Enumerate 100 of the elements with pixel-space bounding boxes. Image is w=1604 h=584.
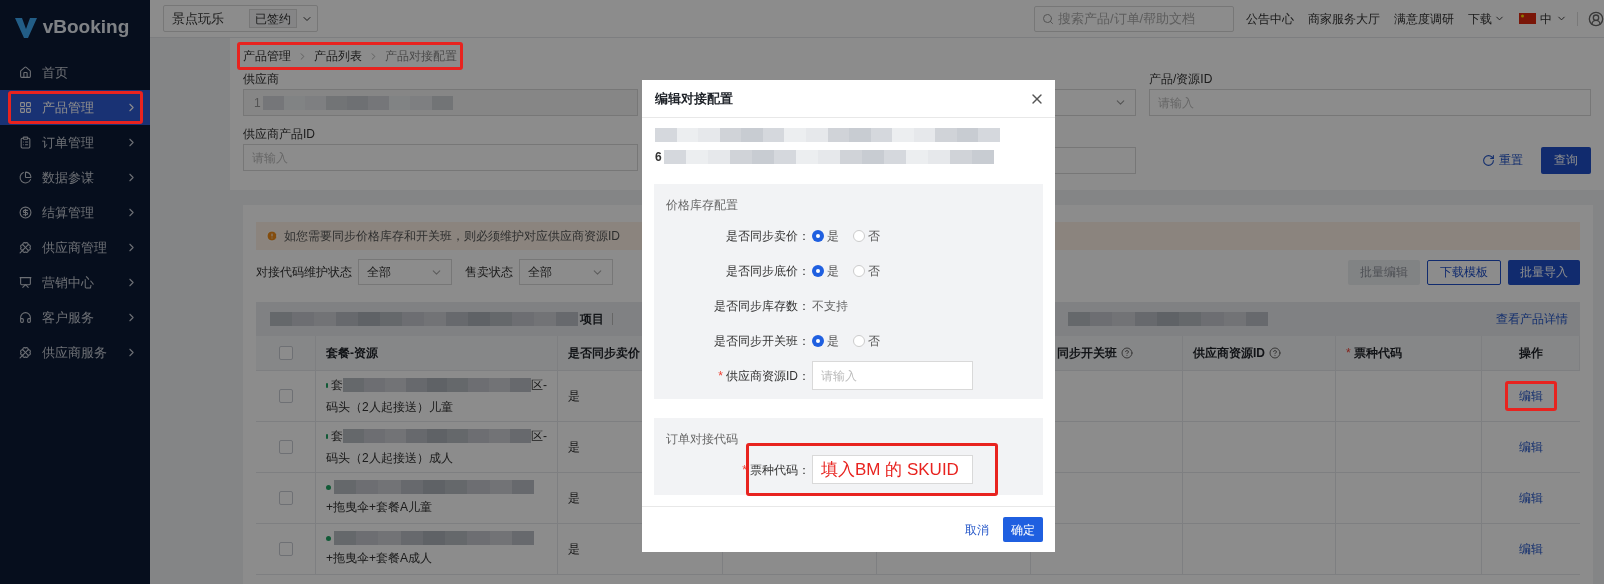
breadcrumb-link[interactable]: 产品列表 (314, 47, 362, 65)
required-mark: * (718, 367, 723, 385)
logo: vBooking (42, 15, 130, 40)
field-label: 票种代码： (750, 461, 810, 479)
table-cell-text: 是 (568, 490, 580, 507)
section-title: 价格库存配置 (666, 197, 738, 214)
filter-select[interactable]: 全部 (358, 259, 452, 285)
help-icon[interactable] (1269, 347, 1281, 359)
header-link[interactable]: 公告中心 (1246, 9, 1294, 28)
sidebar-item[interactable]: 结算管理 (0, 195, 150, 230)
language-select[interactable]: 中 (1519, 9, 1567, 28)
section-title: 订单对接代码 (666, 431, 738, 448)
radio-option[interactable]: 是 (812, 261, 839, 280)
edit-link[interactable]: 编辑 (1519, 440, 1543, 454)
table-cell-text: 是 (568, 541, 580, 558)
field-label: 是否同步底价： (726, 262, 810, 280)
column-header: 套餐-资源 (326, 345, 378, 362)
header-link[interactable]: 满意度调研 (1394, 9, 1454, 28)
edit-link[interactable]: 编辑 (1519, 491, 1543, 505)
table-cell-text: 是 (568, 388, 580, 405)
action-button[interactable]: 批量导入 (1508, 259, 1580, 285)
headset-icon (19, 311, 32, 324)
field-value: 不支持 (812, 297, 848, 315)
sidebar-item[interactable]: 供应商管理 (0, 230, 150, 265)
field-label: 供应商资源ID： (726, 367, 810, 385)
edit-link[interactable]: 编辑 (1519, 542, 1543, 556)
filter-label: 对接代码维护状态 (256, 264, 352, 281)
coin-icon (19, 206, 32, 219)
search-button[interactable]: 查询 (1541, 146, 1591, 174)
filter-select[interactable]: 全部 (519, 259, 613, 285)
resource-name: +拖曳伞+套餐A儿童 (326, 499, 434, 516)
sidebar-item[interactable]: 订单管理 (0, 125, 150, 160)
field-label: 供应商 (243, 71, 280, 88)
input-field[interactable]: 填入BM 的 SKUID (812, 455, 973, 484)
field-label: 是否同步卖价： (726, 227, 810, 245)
resource-name: 码头（2人起接送）儿童 (326, 399, 454, 416)
presentation-icon (19, 276, 32, 289)
required-mark: * (742, 461, 747, 479)
header-link[interactable]: 商家服务大厅 (1308, 9, 1380, 28)
row-checkbox[interactable] (278, 389, 293, 403)
help-icon[interactable] (1121, 347, 1133, 359)
modal-title: 编辑对接配置 (655, 89, 733, 108)
radio-option[interactable]: 是 (812, 226, 839, 245)
search-icon (1042, 12, 1054, 25)
home-icon (19, 66, 32, 79)
reset-icon (1482, 153, 1495, 167)
resource-name: 套 (331, 428, 343, 445)
clover-icon (19, 241, 32, 254)
resource-name: 区- (531, 377, 547, 394)
row-checkbox[interactable] (278, 440, 293, 454)
annotation-text: 填入BM 的 SKUID (821, 458, 959, 481)
edit-link[interactable]: 编辑 (1519, 389, 1543, 403)
radio-option[interactable]: 否 (853, 226, 880, 245)
pie-chart-icon (19, 171, 32, 184)
resource-name: 区- (531, 428, 547, 445)
warning-icon (266, 230, 278, 242)
required-mark: * (1346, 345, 1351, 362)
column-header: 供应商资源ID (1193, 345, 1265, 362)
sidebar-item[interactable]: 首页 (0, 55, 150, 90)
row-checkbox[interactable] (278, 491, 293, 505)
sidebar-item[interactable]: 客户服务 (0, 300, 150, 335)
field-label: 产品/资源ID (1149, 71, 1214, 88)
table-cell-text: 是 (568, 439, 580, 456)
action-button[interactable]: 下载模板 (1427, 259, 1501, 285)
row-checkbox[interactable] (278, 542, 293, 556)
product-bar-label: 项目 (580, 311, 604, 328)
sidebar-item[interactable]: 供应商服务 (0, 335, 150, 370)
cancel-button[interactable]: 取消 (965, 520, 989, 539)
column-header: 票种代码 (1353, 345, 1402, 362)
clipboard-icon (19, 136, 32, 149)
breadcrumb-link[interactable]: 产品管理 (243, 47, 291, 65)
sidebar-item[interactable]: 数据参谋 (0, 160, 150, 195)
field-label: 是否同步开关班： (714, 332, 810, 350)
flag-icon (1519, 13, 1536, 24)
account-icon[interactable] (1588, 10, 1604, 27)
column-header: 同步开关班 (1057, 345, 1117, 362)
radio-option[interactable]: 否 (853, 331, 880, 350)
radio-option[interactable]: 是 (812, 331, 839, 350)
field-label: 供应商产品ID (243, 126, 316, 143)
logo-icon (14, 17, 37, 38)
confirm-button[interactable]: 确定 (1003, 517, 1043, 542)
resource-name: +拖曳伞+套餐A成人 (326, 550, 434, 567)
resource-name: 套 (331, 377, 343, 394)
info-text: 6 (655, 149, 662, 166)
header-link[interactable]: 下载 (1468, 9, 1505, 28)
status-badge: 已签约 (249, 9, 297, 28)
field-label: 是否同步库存数： (714, 297, 810, 315)
filter-label: 售卖状态 (465, 264, 513, 281)
product-detail-link[interactable]: 查看产品详情 (1496, 310, 1568, 328)
column-header: 是否同步卖价 (568, 345, 640, 362)
grid-icon (19, 101, 32, 114)
select-all-checkbox[interactable] (278, 346, 293, 360)
resource-name: 码头（2人起接送）成人 (326, 450, 454, 467)
clover-icon (19, 346, 32, 359)
radio-option[interactable]: 否 (853, 261, 880, 280)
reset-button[interactable]: 重置 (1482, 151, 1523, 169)
sidebar-item[interactable]: 营销中心 (0, 265, 150, 300)
category-select[interactable]: 景点玩乐 已签约 (163, 5, 318, 32)
notice-text: 如您需要同步价格库存和开关班，则必须维护对应供应商资源ID (284, 228, 620, 245)
column-header: 操作 (1518, 345, 1543, 362)
